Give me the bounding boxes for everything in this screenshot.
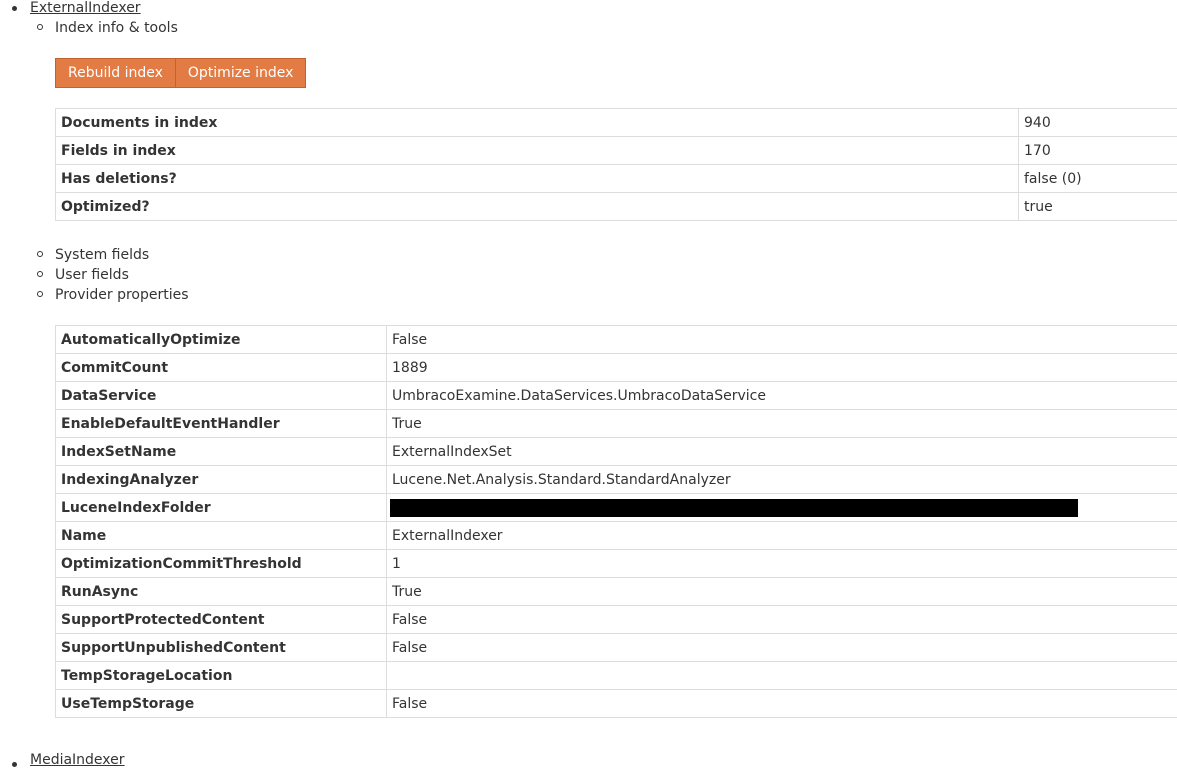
next-indexer-link[interactable]: MediaIndexer — [30, 750, 125, 770]
row-key: SupportUnpublishedContent — [56, 634, 387, 662]
user-fields-toggle[interactable]: User fields — [55, 265, 129, 285]
row-key: SupportProtectedContent — [56, 606, 387, 634]
row-key: TempStorageLocation — [56, 662, 387, 690]
bullet-circle — [37, 24, 43, 30]
provider-properties-toggle[interactable]: Provider properties — [55, 285, 189, 305]
bullet-circle — [37, 251, 43, 257]
row-key: Has deletions? — [56, 165, 1019, 193]
row-value: true — [1019, 193, 1177, 221]
redacted-value — [387, 494, 1177, 522]
row-value: 940 — [1019, 109, 1177, 137]
property-row: OptimizationCommitThreshold1 — [56, 550, 1177, 578]
row-value: False — [387, 690, 1177, 718]
redaction-bar — [390, 499, 1078, 517]
system-fields-toggle[interactable]: System fields — [55, 245, 149, 265]
property-row: IndexingAnalyzerLucene.Net.Analysis.Stan… — [56, 466, 1177, 494]
property-row: NameExternalIndexer — [56, 522, 1177, 550]
row-key: Name — [56, 522, 387, 550]
row-key: Documents in index — [56, 109, 1019, 137]
row-key: AutomaticallyOptimize — [56, 326, 387, 354]
row-key: Optimized? — [56, 193, 1019, 221]
row-key: RunAsync — [56, 578, 387, 606]
indexer-name-link[interactable]: ExternalIndexer — [30, 0, 141, 18]
property-row: AutomaticallyOptimizeFalse — [56, 326, 1177, 354]
row-value: 170 — [1019, 137, 1177, 165]
row-value: ExternalIndexer — [387, 522, 1177, 550]
row-value: False — [387, 326, 1177, 354]
bullet-circle — [37, 271, 43, 277]
stats-row: Documents in index940 — [56, 109, 1177, 137]
index-info-tools-toggle[interactable]: Index info & tools — [55, 18, 178, 38]
row-key: EnableDefaultEventHandler — [56, 410, 387, 438]
property-row: DataServiceUmbracoExamine.DataServices.U… — [56, 382, 1177, 410]
property-row: RunAsyncTrue — [56, 578, 1177, 606]
row-value: True — [387, 578, 1177, 606]
stats-row: Optimized?true — [56, 193, 1177, 221]
row-value: False — [387, 634, 1177, 662]
row-value: 1889 — [387, 354, 1177, 382]
row-value: False — [387, 606, 1177, 634]
row-key: IndexSetName — [56, 438, 387, 466]
row-key: CommitCount — [56, 354, 387, 382]
row-value: UmbracoExamine.DataServices.UmbracoDataS… — [387, 382, 1177, 410]
property-row: CommitCount1889 — [56, 354, 1177, 382]
row-key: UseTempStorage — [56, 690, 387, 718]
property-row: SupportUnpublishedContentFalse — [56, 634, 1177, 662]
property-row: EnableDefaultEventHandlerTrue — [56, 410, 1177, 438]
property-row: LuceneIndexFolder — [56, 494, 1177, 522]
bullet-circle — [37, 291, 43, 297]
optimize-index-button[interactable]: Optimize index — [175, 59, 306, 87]
bullet-disc — [12, 6, 17, 11]
row-key: Fields in index — [56, 137, 1019, 165]
row-value: 1 — [387, 550, 1177, 578]
row-value — [387, 662, 1177, 690]
property-row: UseTempStorageFalse — [56, 690, 1177, 718]
row-key: LuceneIndexFolder — [56, 494, 387, 522]
stats-row: Has deletions?false (0) — [56, 165, 1177, 193]
row-key: IndexingAnalyzer — [56, 466, 387, 494]
row-value: ExternalIndexSet — [387, 438, 1177, 466]
provider-properties-table: AutomaticallyOptimizeFalseCommitCount188… — [55, 325, 1177, 718]
property-row: TempStorageLocation — [56, 662, 1177, 690]
property-row: IndexSetNameExternalIndexSet — [56, 438, 1177, 466]
row-key: OptimizationCommitThreshold — [56, 550, 387, 578]
row-value: True — [387, 410, 1177, 438]
index-stats-table: Documents in index940Fields in index170H… — [55, 108, 1177, 221]
property-row: SupportProtectedContentFalse — [56, 606, 1177, 634]
row-value: Lucene.Net.Analysis.Standard.StandardAna… — [387, 466, 1177, 494]
row-key: DataService — [56, 382, 387, 410]
rebuild-index-button[interactable]: Rebuild index — [56, 59, 175, 87]
stats-row: Fields in index170 — [56, 137, 1177, 165]
index-tools-button-group: Rebuild index Optimize index — [55, 58, 306, 88]
row-value: false (0) — [1019, 165, 1177, 193]
bullet-disc — [12, 762, 17, 767]
